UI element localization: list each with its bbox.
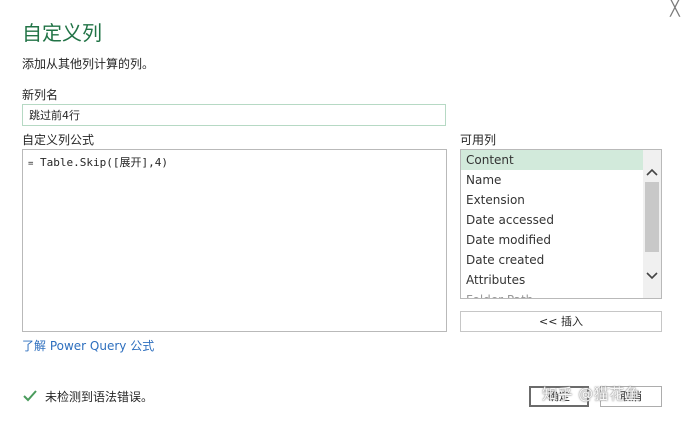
list-item-extension[interactable]: Extension [461, 190, 644, 210]
learn-power-query-link[interactable]: 了解 Power Query 公式 [22, 338, 154, 354]
check-icon [22, 388, 38, 404]
available-columns-label: 可用列 [460, 133, 497, 147]
scroll-up-icon[interactable] [643, 164, 661, 182]
formula-expression: Table.Skip([展开],4) [33, 156, 169, 169]
available-columns-items: Content Name Extension Date accessed Dat… [461, 150, 644, 298]
insert-button[interactable]: << 插入 [460, 311, 662, 332]
formula-label: 自定义列公式 [22, 133, 95, 147]
dialog-subtitle: 添加从其他列计算的列。 [22, 57, 155, 71]
scroll-down-icon[interactable] [643, 268, 661, 286]
vertical-scrollbar[interactable] [643, 150, 661, 298]
formula-editor[interactable]: = Table.Skip([展开],4) [22, 149, 447, 332]
list-item-date-accessed[interactable]: Date accessed [461, 210, 644, 230]
available-columns-list[interactable]: Content Name Extension Date accessed Dat… [460, 149, 662, 299]
watermark: 知乎 @猫花鱼 [542, 385, 641, 403]
new-column-name-input[interactable] [22, 104, 446, 126]
formula-text: = Table.Skip([展开],4) [28, 156, 168, 171]
new-column-name-label: 新列名 [22, 88, 59, 102]
list-item-date-created[interactable]: Date created [461, 250, 644, 270]
dialog-title: 自定义列 [22, 21, 102, 45]
close-icon[interactable]: ╳ [666, 0, 684, 18]
syntax-status-text: 未检测到语法错误。 [45, 390, 154, 404]
list-item-content[interactable]: Content [461, 150, 644, 170]
list-item-name[interactable]: Name [461, 170, 644, 190]
list-item-folder-path[interactable]: Folder Path [461, 290, 644, 298]
list-item-date-modified[interactable]: Date modified [461, 230, 644, 250]
list-item-attributes[interactable]: Attributes [461, 270, 644, 290]
scrollbar-thumb[interactable] [645, 182, 659, 252]
